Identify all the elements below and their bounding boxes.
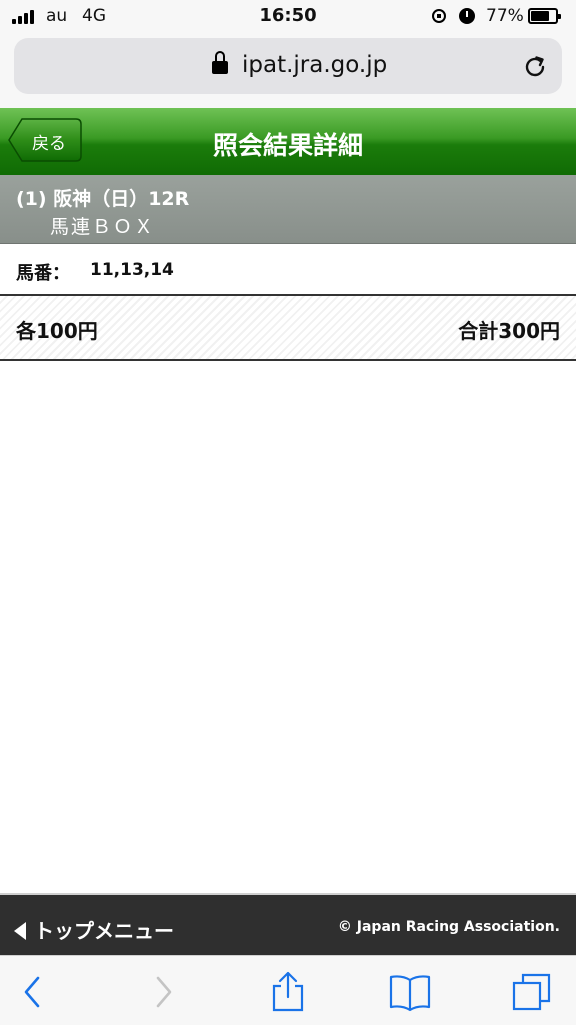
page-header: 戻る 照会結果詳細 [0,108,576,176]
address-bar[interactable]: ipat.jra.go.jp [14,38,562,94]
horse-numbers-value: 11,13,14 [90,260,174,280]
top-menu-label: トップメニュー [34,919,174,943]
back-arrow-icon[interactable] [12,970,56,1014]
browser-address-area: ipat.jra.go.jp [0,34,576,109]
browser-toolbar [0,955,576,1025]
horse-numbers-row: 馬番： 11,13,14 [0,244,576,296]
alarm-icon [459,8,475,24]
page-title: 照会結果詳細 [212,131,363,160]
amount-row: 各100円 合計300円 [0,296,576,361]
battery-percent: 77% [486,6,524,26]
left-triangle-icon [14,922,26,940]
copyright: © Japan Racing Association. [337,919,560,935]
bet-type: 馬連ＢＯＸ [50,216,156,238]
top-menu-link[interactable]: トップメニュー [14,915,174,944]
horse-numbers-label: 馬番： [16,263,70,284]
bookmarks-icon[interactable] [388,970,432,1014]
battery-icon [528,8,561,24]
amount-each: 各100円 [16,319,98,343]
forward-arrow-icon [156,976,172,1008]
page-footer: トップメニュー © Japan Racing Association. [0,893,576,957]
url-text[interactable]: ipat.jra.go.jp [242,52,387,78]
padlock-icon [212,51,228,74]
reload-icon[interactable] [522,54,548,80]
race-info: (1) 阪神（日）12R 馬連ＢＯＸ [0,175,576,244]
tabs-icon[interactable] [510,970,554,1014]
status-bar: au 4G 16:50 77% [0,0,576,34]
race-venue: (1) 阪神（日）12R [16,188,190,210]
share-icon[interactable] [266,970,310,1014]
amount-total: 合計300円 [458,319,560,343]
rotation-lock-icon [432,9,446,23]
